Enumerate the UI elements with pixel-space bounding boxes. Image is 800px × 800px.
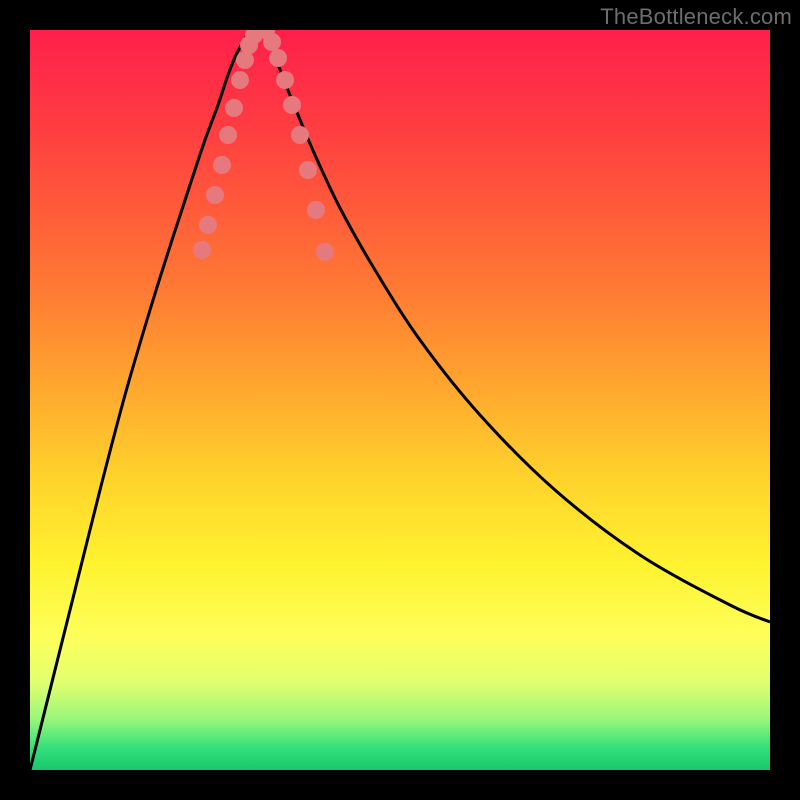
data-marker bbox=[231, 71, 249, 89]
chart-svg bbox=[30, 30, 770, 770]
data-marker bbox=[291, 126, 309, 144]
watermark-text: TheBottleneck.com bbox=[600, 4, 792, 30]
chart-frame: TheBottleneck.com bbox=[0, 0, 800, 800]
curve-right bbox=[265, 32, 770, 622]
data-marker bbox=[199, 216, 217, 234]
curve-left bbox=[30, 32, 249, 770]
data-marker bbox=[299, 161, 317, 179]
markers-right bbox=[257, 30, 334, 261]
data-marker bbox=[276, 71, 294, 89]
data-marker bbox=[206, 186, 224, 204]
data-marker bbox=[263, 33, 281, 51]
data-marker bbox=[307, 201, 325, 219]
data-marker bbox=[269, 49, 287, 67]
data-marker bbox=[225, 99, 243, 117]
data-marker bbox=[316, 243, 334, 261]
data-marker bbox=[283, 96, 301, 114]
data-marker bbox=[213, 156, 231, 174]
plot-area bbox=[30, 30, 770, 770]
data-marker bbox=[219, 126, 237, 144]
data-marker bbox=[193, 241, 211, 259]
